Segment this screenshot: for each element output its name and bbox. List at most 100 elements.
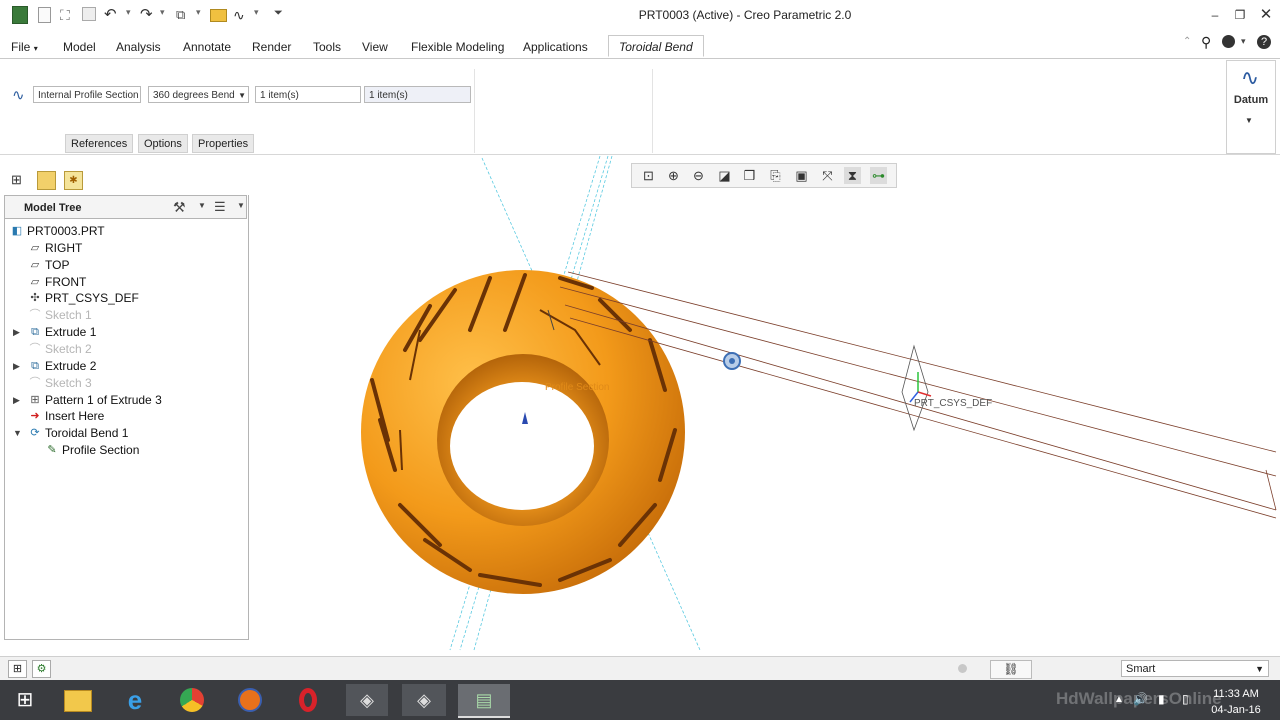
pattern-icon: ⊞ bbox=[30, 393, 40, 406]
tire-model[interactable] bbox=[361, 270, 685, 594]
tray-chevron-icon[interactable]: ▲ bbox=[1114, 694, 1124, 705]
view-manager-icon[interactable]: ▣ bbox=[793, 167, 810, 184]
reference-collector-2[interactable]: 1 item(s) bbox=[364, 86, 471, 103]
tab-view[interactable]: View bbox=[362, 40, 388, 54]
tree-item[interactable]: ▶ ⊞ Pattern 1 of Extrude 3 bbox=[0, 393, 245, 409]
folder-browser-icon[interactable] bbox=[37, 171, 56, 190]
tab-properties[interactable]: Properties bbox=[192, 134, 255, 153]
volume-icon[interactable]: 🔊 bbox=[1133, 692, 1148, 706]
tab-render[interactable]: Render bbox=[252, 40, 291, 54]
tree-show-icon[interactable]: ☰ bbox=[214, 199, 226, 215]
divider bbox=[652, 69, 653, 153]
expand-icon[interactable]: ▶ bbox=[13, 395, 20, 406]
zoom-out-icon[interactable]: ⊖ bbox=[690, 167, 707, 184]
csys-annotation: PRT_CSYS_DEF bbox=[914, 398, 992, 409]
clock-date[interactable]: 04-Jan-16 bbox=[1206, 704, 1266, 716]
tab-references[interactable]: References bbox=[65, 134, 134, 153]
tree-item[interactable]: ▱ TOP bbox=[0, 258, 245, 274]
creo-app-icon[interactable]: ◈ bbox=[346, 684, 388, 716]
tree-item-label: PRT_CSYS_DEF bbox=[45, 291, 139, 306]
tab-analysis[interactable]: Analysis bbox=[116, 40, 161, 54]
tree-item[interactable]: ⌒ Sketch 3 bbox=[0, 376, 245, 392]
tree-item-label: Sketch 1 bbox=[45, 308, 92, 323]
datum-plane-icon: ▱ bbox=[30, 275, 40, 288]
battery-icon[interactable]: ▯ bbox=[1182, 692, 1189, 706]
csys-marker bbox=[901, 344, 932, 432]
tab-tools[interactable]: Tools bbox=[313, 40, 341, 54]
creo-active-icon[interactable]: ▤ bbox=[458, 684, 510, 718]
tab-flexible-modeling[interactable]: Flexible Modeling bbox=[411, 40, 504, 54]
close-icon[interactable]: ✕ bbox=[1259, 7, 1273, 22]
datum-display-icon[interactable]: ⤧ bbox=[819, 167, 836, 184]
tree-item[interactable]: ◧ PRT0003.PRT bbox=[0, 224, 245, 240]
chrome-icon[interactable] bbox=[174, 684, 212, 716]
tab-file[interactable]: File ▾ bbox=[11, 40, 38, 54]
minimize-icon[interactable]: – bbox=[1208, 8, 1222, 22]
search-icon[interactable]: ⚲ bbox=[1201, 34, 1211, 51]
internet-explorer-icon[interactable]: e bbox=[116, 684, 154, 716]
toroidal-bend-icon: ⟳ bbox=[30, 427, 40, 440]
opera-icon[interactable] bbox=[290, 684, 328, 716]
find-icon[interactable]: ⛓ bbox=[990, 660, 1032, 679]
graphics-area[interactable]: Profile Section PRT_CSYS_DEF bbox=[248, 154, 1280, 654]
reference-collector-1[interactable]: 1 item(s) bbox=[255, 86, 361, 103]
tree-item[interactable]: ⌒ Sketch 2 bbox=[0, 342, 245, 358]
chevron-down-icon: ▼ bbox=[1255, 664, 1264, 674]
annotation-display-icon[interactable]: ⧗ bbox=[844, 167, 861, 184]
tree-item[interactable]: ⌒ Sketch 1 bbox=[0, 308, 245, 324]
tab-model[interactable]: Model bbox=[63, 40, 96, 54]
tree-item[interactable]: ▼ ⟳ Toroidal Bend 1 bbox=[0, 426, 245, 442]
collapse-icon[interactable]: ▼ bbox=[13, 428, 22, 438]
tree-item-label: RIGHT bbox=[45, 240, 83, 255]
tree-item[interactable]: ▶ ⧉ Extrude 1 bbox=[0, 325, 245, 341]
tab-annotate[interactable]: Annotate bbox=[183, 40, 231, 54]
display-style-icon[interactable]: ❒ bbox=[741, 167, 758, 184]
tree-item[interactable]: ➜ Insert Here bbox=[0, 409, 245, 425]
show-browser-icon[interactable]: ⚙ bbox=[32, 660, 51, 678]
creo-window-icon[interactable]: ◈ bbox=[402, 684, 446, 716]
spin-center-icon[interactable]: ⊶ bbox=[870, 167, 887, 184]
zoom-in-icon[interactable]: ⊕ bbox=[665, 167, 682, 184]
firefox-icon[interactable] bbox=[232, 684, 270, 716]
tree-item[interactable]: ✣ PRT_CSYS_DEF bbox=[0, 291, 245, 307]
restore-icon[interactable]: ❐ bbox=[1233, 8, 1247, 22]
chevron-down-icon[interactable]: ▾ bbox=[1241, 36, 1246, 47]
extrude-icon: ⧉ bbox=[31, 359, 39, 372]
tab-options[interactable]: Options bbox=[138, 134, 188, 153]
tree-item[interactable]: ▱ FRONT bbox=[0, 275, 245, 291]
network-icon[interactable]: ▮ bbox=[1158, 692, 1165, 706]
profile-section-icon[interactable]: ∿ bbox=[12, 86, 25, 104]
divider bbox=[474, 69, 475, 153]
repaint-icon[interactable]: ◪ bbox=[716, 167, 733, 184]
expand-icon[interactable]: ▶ bbox=[13, 327, 20, 338]
saved-orientations-icon[interactable]: ⎘ bbox=[767, 167, 784, 184]
tab-applications[interactable]: Applications bbox=[523, 40, 588, 54]
selection-filter-value: Smart bbox=[1126, 663, 1156, 675]
tab-toroidal-bend[interactable]: Toroidal Bend bbox=[608, 35, 704, 57]
clock-time[interactable]: 11:33 AM bbox=[1206, 688, 1266, 700]
selection-filter[interactable]: Smart ▼ bbox=[1121, 660, 1269, 677]
help-icon[interactable]: ? bbox=[1257, 35, 1271, 49]
tree-item-label: Toroidal Bend 1 bbox=[45, 426, 129, 441]
minimize-ribbon-icon[interactable]: ⌃ bbox=[1183, 36, 1191, 47]
community-icon[interactable] bbox=[1222, 35, 1235, 48]
model-tree-icon[interactable]: ⊞ bbox=[11, 172, 22, 188]
datum-group[interactable]: ∿ Datum ▼ bbox=[1226, 60, 1276, 154]
profile-section-field[interactable]: Internal Profile Section bbox=[33, 86, 141, 103]
refit-icon[interactable]: ⊡ bbox=[640, 167, 657, 184]
expand-icon[interactable]: ▶ bbox=[13, 361, 20, 372]
tree-settings-icon[interactable]: ⚒ bbox=[173, 199, 186, 216]
tree-item[interactable]: ▱ RIGHT bbox=[0, 241, 245, 257]
chevron-down-icon[interactable]: ▼ bbox=[237, 201, 245, 210]
tree-item-label: Profile Section bbox=[62, 443, 140, 458]
tree-item[interactable]: ▶ ⧉ Extrude 2 bbox=[0, 359, 245, 375]
insert-arrow-icon: ➜ bbox=[30, 410, 40, 423]
tree-item[interactable]: ✎ Profile Section bbox=[0, 443, 245, 459]
show-navigator-icon[interactable]: ⊞ bbox=[8, 660, 27, 678]
file-explorer-icon[interactable] bbox=[58, 684, 96, 716]
chevron-down-icon[interactable]: ▼ bbox=[198, 201, 206, 210]
csys-icon: ✣ bbox=[30, 292, 40, 305]
bend-type-select[interactable]: 360 degrees Bend ▼ bbox=[148, 86, 249, 103]
favorites-icon[interactable]: ✱ bbox=[64, 171, 83, 190]
windows-start-icon[interactable]: ⊞ bbox=[6, 684, 44, 716]
